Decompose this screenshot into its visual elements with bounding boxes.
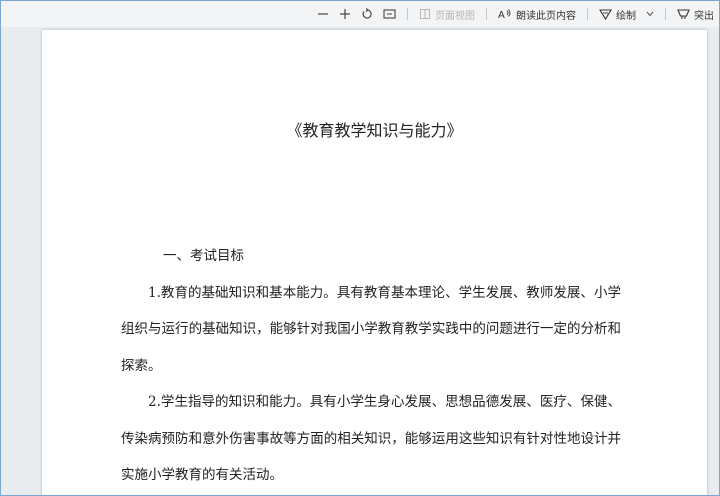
highlight-button[interactable]: 突出 — [672, 4, 719, 24]
zoom-out-button[interactable] — [312, 4, 334, 24]
paragraph: 1.教育的基础知识和基本能力。具有教育基本理论、学生发展、教师发展、小学组织与运… — [121, 284, 621, 374]
page-view-icon — [420, 9, 430, 19]
page-view-button[interactable]: 页面视图 — [414, 4, 480, 24]
fit-page-icon — [383, 9, 396, 19]
read-aloud-button[interactable]: A 朗读此页内容 — [493, 4, 581, 24]
section-heading: 一、考试目标 — [163, 248, 244, 264]
minus-icon — [318, 13, 328, 15]
toolbar-separator — [665, 8, 666, 20]
pdf-toolbar: 页面视图 A 朗读此页内容 绘制 突出 — [1, 1, 719, 27]
draw-button[interactable]: 绘制 — [594, 4, 641, 24]
paragraph: 2.学生指导的知识和能力。具有小学生身心发展、思想品德发展、医疗、保健、传染病预… — [121, 394, 621, 483]
chevron-down-icon — [646, 11, 654, 17]
read-aloud-icon: A — [498, 9, 511, 20]
highlight-label: 突出 — [694, 10, 714, 22]
plus-icon — [340, 9, 350, 19]
toolbar-separator — [587, 8, 588, 20]
fit-page-button[interactable] — [378, 4, 401, 24]
document-title: 《教育教学知识与能力》 — [286, 121, 463, 140]
page-view-label: 页面视图 — [435, 10, 475, 22]
rotate-icon — [362, 8, 372, 19]
document-viewport[interactable]: 《教育教学知识与能力》 一、考试目标 1.教育的基础知识和基本能力。具有教育基本… — [1, 27, 719, 495]
draw-label: 绘制 — [616, 10, 636, 22]
toolbar-separator — [486, 8, 487, 20]
draw-options-dropdown[interactable] — [641, 4, 659, 24]
document-body: 一、考试目标 1.教育的基础知识和基本能力。具有教育基本理论、学生发展、教师发展… — [121, 238, 621, 494]
rotate-button[interactable] — [356, 4, 378, 24]
read-aloud-label: 朗读此页内容 — [516, 10, 576, 22]
svg-text:A: A — [498, 10, 505, 20]
document-page: 《教育教学知识与能力》 一、考试目标 1.教育的基础知识和基本能力。具有教育基本… — [42, 30, 707, 495]
zoom-in-button[interactable] — [334, 4, 356, 24]
toolbar-separator — [407, 8, 408, 20]
highlight-icon — [677, 9, 690, 19]
draw-icon — [599, 9, 612, 20]
